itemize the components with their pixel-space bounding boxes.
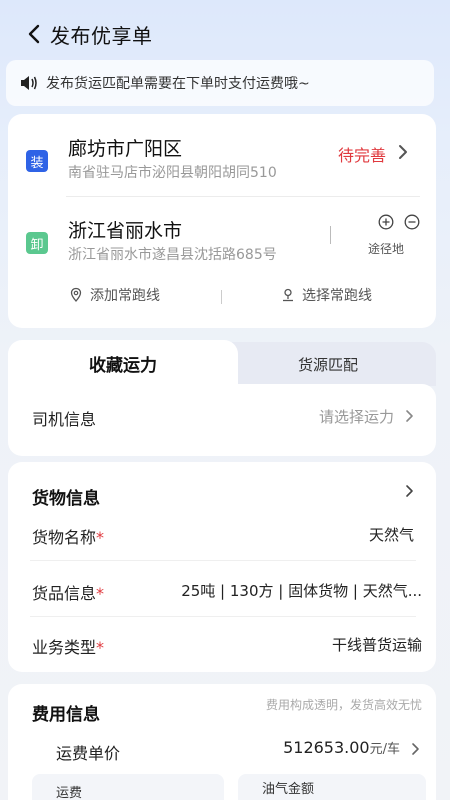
goods-section-title: 货物信息: [32, 489, 100, 509]
fee-section-title: 费用信息: [32, 705, 100, 725]
fee-card: 费用信息 费用构成透明，发货高效无忧 运费单价 512653.00元/车 运费 …: [8, 684, 436, 800]
notice-banner: 发布货运匹配单需要在下单时支付运费哦~: [6, 60, 434, 106]
notice-text: 发布货运匹配单需要在下单时支付运费哦~: [46, 76, 310, 92]
capacity-card: 货源匹配 收藏运力 司机信息 请选择运力: [8, 340, 436, 456]
unload-badge: 卸: [26, 232, 48, 254]
goods-name-label: 货物名称*: [32, 528, 105, 547]
tab-cargo-match[interactable]: 货源匹配: [220, 342, 436, 386]
business-type-value: 干线普货运输: [331, 636, 422, 654]
chevron-right-icon: [399, 145, 407, 159]
location-icon: [283, 288, 293, 302]
goods-info-value: 25吨 | 130方 | 固体货物 | 天然气...: [181, 582, 422, 600]
choose-route-button[interactable]: 选择常跑线: [280, 285, 372, 305]
freight-box[interactable]: 运费: [32, 774, 224, 800]
via-label: 途径地: [368, 242, 405, 256]
tab-favorite-capacity[interactable]: 收藏运力: [8, 340, 238, 386]
divider: [30, 616, 416, 617]
unload-address-row[interactable]: 卸 浙江省丽水市 浙江省丽水市遂昌县沈括路685号: [8, 198, 436, 276]
divider: [30, 560, 416, 561]
back-button[interactable]: [22, 22, 46, 46]
minus-circle-icon[interactable]: [404, 214, 420, 230]
goods-name-value: 天然气: [368, 526, 414, 544]
unload-address: 浙江省丽水市遂昌县沈括路685号: [68, 247, 277, 263]
add-route-button[interactable]: 添加常跑线: [68, 285, 160, 305]
route-card: 装 廊坊市广阳区 南省驻马店市泌阳县朝阳胡同510 待完善 卸 浙江省丽水市 浙…: [8, 114, 436, 328]
chevron-left-icon: [28, 24, 40, 44]
unit-price-value: 512653.00元/车: [283, 738, 400, 757]
oil-amount-label: 油气金额: [262, 782, 315, 797]
load-address-row[interactable]: 装 廊坊市广阳区 南省驻马店市泌阳县朝阳胡同510 待完善: [8, 114, 436, 194]
unit-price-label: 运费单价: [56, 744, 121, 763]
fee-hint: 费用构成透明，发货高效无忧: [265, 698, 422, 712]
goods-card: 货物信息 货物名称* 天然气 货品信息* 25吨 | 130方 | 固体货物 |…: [8, 462, 436, 672]
driver-info-placeholder: 请选择运力: [318, 408, 394, 426]
load-badge: 装: [26, 150, 48, 172]
divider: [221, 290, 222, 304]
via-controls: [378, 214, 420, 230]
load-city: 廊坊市广阳区: [68, 138, 183, 160]
business-type-label: 业务类型*: [32, 638, 105, 657]
page-title: 发布优享单: [50, 23, 153, 48]
divider: [330, 226, 331, 244]
route-actions: 添加常跑线 选择常跑线: [8, 280, 436, 310]
tab-panel: 司机信息 请选择运力: [8, 384, 436, 456]
top-bar: 发布优享单: [0, 14, 450, 54]
goods-info-label: 货品信息*: [32, 584, 105, 603]
divider: [66, 196, 420, 197]
plus-circle-icon[interactable]: [378, 214, 394, 230]
oil-amount-box[interactable]: 油气金额: [238, 774, 426, 800]
chevron-right-icon: [406, 410, 413, 422]
unload-city: 浙江省丽水市: [68, 220, 183, 242]
chevron-right-icon: [412, 743, 419, 755]
freight-label: 运费: [56, 786, 83, 800]
status-badge: 待完善: [337, 146, 386, 165]
driver-info-label: 司机信息: [32, 410, 97, 429]
choose-route-label: 选择常跑线: [302, 288, 372, 304]
chevron-right-icon[interactable]: [405, 484, 414, 498]
add-route-label: 添加常跑线: [90, 288, 160, 304]
speaker-icon: [21, 76, 37, 90]
load-address: 南省驻马店市泌阳县朝阳胡同510: [68, 165, 277, 181]
map-pin-icon: [70, 287, 82, 302]
